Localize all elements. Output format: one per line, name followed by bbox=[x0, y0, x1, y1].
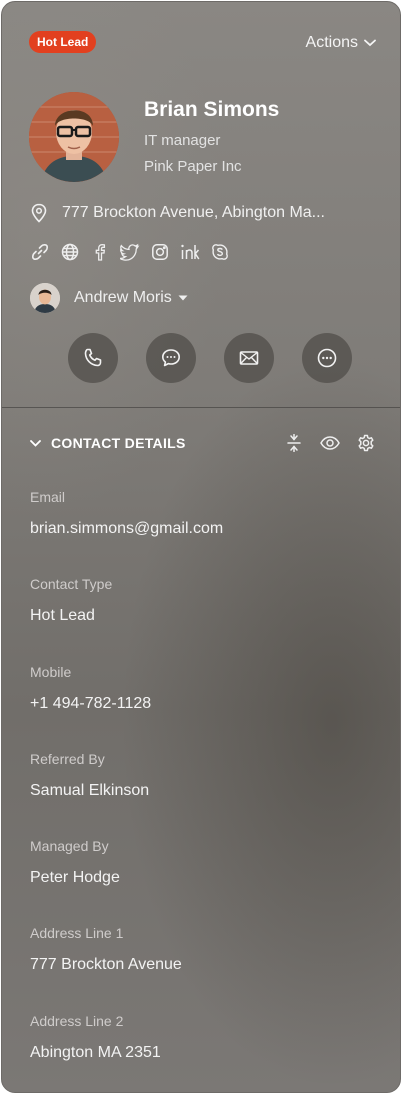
field-value[interactable]: 777 Brockton Avenue bbox=[30, 956, 370, 974]
field-label: Address Line 1 bbox=[30, 925, 124, 941]
message-button[interactable] bbox=[146, 333, 196, 383]
field-label: Referred By bbox=[30, 751, 105, 767]
social-links bbox=[30, 241, 230, 263]
field-mobile: Mobile +1 494-782-1128 bbox=[30, 664, 370, 713]
field-label: Contact Type bbox=[30, 576, 113, 592]
linkedin-icon[interactable] bbox=[180, 242, 200, 262]
contact-card: Hot Lead Actions Brian Simons IT manager… bbox=[1, 1, 401, 1093]
field-label: Mobile bbox=[30, 664, 72, 680]
field-contact-type: Contact Type Hot Lead bbox=[30, 576, 370, 625]
field-email: Email brian.simmons@gmail.com bbox=[30, 489, 370, 538]
field-label: Email bbox=[30, 489, 66, 505]
caret-down-icon bbox=[178, 295, 188, 301]
divider bbox=[2, 407, 400, 408]
field-address-line-2: Address Line 2 Abington MA 2351 bbox=[30, 1013, 370, 1062]
twitter-icon[interactable] bbox=[120, 242, 140, 262]
owner-avatar bbox=[30, 283, 60, 313]
contact-name: Brian Simons bbox=[144, 98, 280, 121]
communication-actions bbox=[68, 333, 352, 383]
more-icon bbox=[317, 348, 337, 368]
link-icon[interactable] bbox=[30, 242, 50, 262]
instagram-icon[interactable] bbox=[150, 242, 170, 262]
eye-icon[interactable] bbox=[320, 433, 340, 453]
phone-icon bbox=[84, 348, 102, 367]
gear-icon[interactable] bbox=[356, 433, 376, 453]
field-label: Managed By bbox=[30, 838, 109, 854]
collapse-fields-icon[interactable] bbox=[284, 433, 304, 453]
facebook-icon[interactable] bbox=[90, 242, 110, 262]
field-label: Address Line 2 bbox=[30, 1013, 124, 1029]
actions-dropdown[interactable]: Actions bbox=[306, 32, 376, 54]
address-row[interactable]: 777 Brockton Avenue, Abington Ma... bbox=[30, 202, 380, 224]
contact-title: IT manager bbox=[144, 132, 221, 149]
address-text: 777 Brockton Avenue, Abington Ma... bbox=[62, 204, 325, 221]
contact-details-toggle[interactable]: CONTACT DETAILS bbox=[30, 432, 186, 454]
field-value[interactable]: Samual Elkinson bbox=[30, 782, 370, 800]
field-address-line-1: Address Line 1 777 Brockton Avenue bbox=[30, 925, 370, 974]
owner-selector[interactable]: Andrew Moris bbox=[30, 283, 188, 313]
contact-company[interactable]: Pink Paper Inc bbox=[144, 158, 242, 175]
avatar-photo bbox=[29, 92, 119, 182]
field-referred-by: Referred By Samual Elkinson bbox=[30, 751, 370, 800]
avatar[interactable] bbox=[29, 92, 119, 182]
section-title: CONTACT DETAILS bbox=[51, 435, 186, 451]
actions-label: Actions bbox=[305, 34, 358, 51]
call-button[interactable] bbox=[68, 333, 118, 383]
more-button[interactable] bbox=[302, 333, 352, 383]
field-value[interactable]: Hot Lead bbox=[30, 607, 370, 625]
mail-icon bbox=[239, 351, 259, 365]
field-managed-by: Managed By Peter Hodge bbox=[30, 838, 370, 887]
field-value[interactable]: brian.simmons@gmail.com bbox=[30, 520, 370, 538]
location-pin-icon bbox=[31, 203, 47, 223]
globe-icon[interactable] bbox=[60, 242, 80, 262]
section-tools bbox=[284, 432, 376, 454]
email-button[interactable] bbox=[224, 333, 274, 383]
chevron-down-icon bbox=[30, 439, 41, 447]
field-value[interactable]: +1 494-782-1128 bbox=[30, 695, 370, 713]
chevron-down-icon bbox=[364, 39, 376, 47]
field-value[interactable]: Peter Hodge bbox=[30, 869, 370, 887]
field-value[interactable]: Abington MA 2351 bbox=[30, 1044, 370, 1062]
owner-name: Andrew Moris bbox=[74, 289, 172, 306]
skype-icon[interactable] bbox=[210, 242, 230, 262]
message-icon bbox=[162, 349, 180, 367]
status-badge[interactable]: Hot Lead bbox=[29, 31, 97, 53]
